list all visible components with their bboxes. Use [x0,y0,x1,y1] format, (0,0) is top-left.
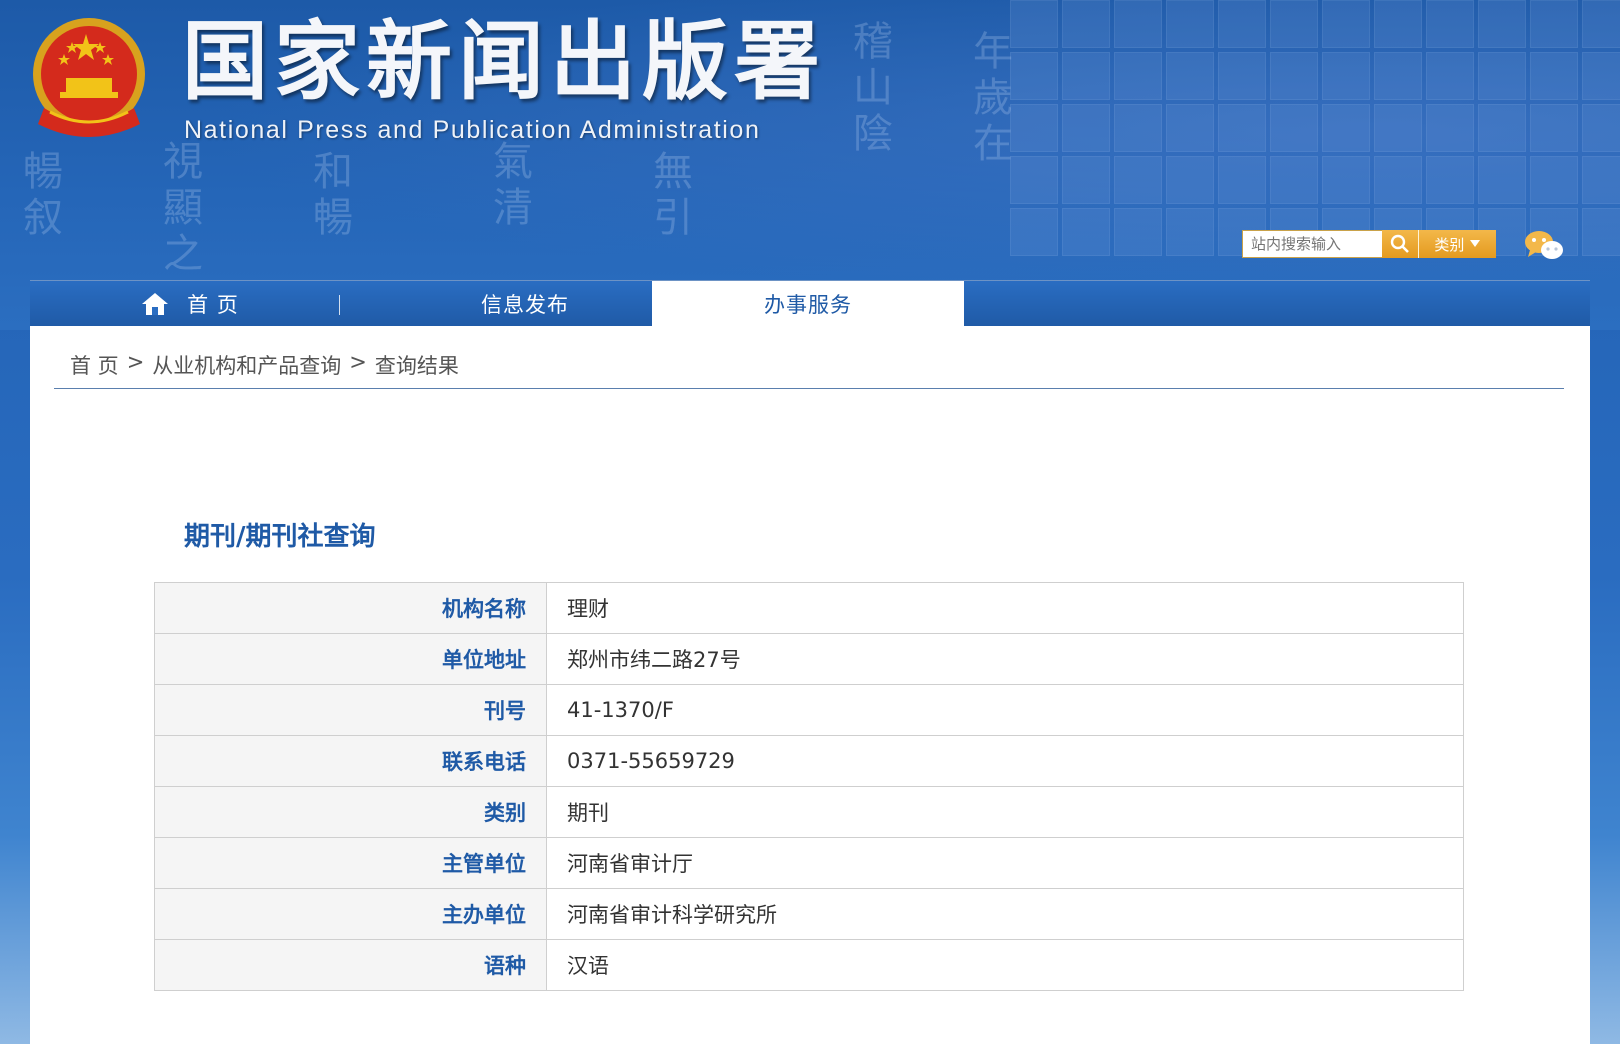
field-value: 41-1370/F [546,684,1464,736]
field-label: 刊号 [154,684,547,736]
home-icon [142,293,169,315]
decorative-calligraphy: 和暢 [306,150,352,242]
decorative-calligraphy: 暢叙 [16,150,62,242]
nav-item-label: 首 页 [187,293,239,317]
field-label: 单位地址 [154,633,547,685]
table-row: 刊号 41-1370/F [154,684,1464,736]
nav-item-info-release[interactable]: 信息发布 [410,281,640,327]
search-input[interactable] [1242,230,1382,258]
table-row: 类别 期刊 [154,786,1464,838]
decorative-calligraphy: 年歲在 [966,30,1012,168]
field-value: 郑州市纬二路27号 [546,633,1464,685]
field-label: 类别 [154,786,547,838]
nav-item-home[interactable]: 首 页 [130,281,250,327]
breadcrumb-home-link[interactable]: 首 页 [70,350,119,380]
section-title: 期刊/期刊社查询 [184,522,376,552]
breadcrumb-separator: > [349,350,367,374]
decorative-calligraphy: 氣清 [486,140,532,232]
site-search: 类别 [1242,230,1496,258]
wechat-icon[interactable] [1524,228,1564,262]
nav-divider [339,295,340,315]
decorative-calligraphy: 視顯之 [156,140,202,278]
nav-item-label: 办事服务 [764,293,852,317]
field-label: 机构名称 [154,582,547,634]
field-label: 主办单位 [154,888,547,940]
table-row: 机构名称 理财 [154,582,1464,634]
field-value: 0371-55659729 [546,735,1464,787]
national-emblem-icon[interactable] [30,16,148,142]
nav-item-label: 信息发布 [481,293,569,317]
main-nav: 首 页 信息发布 办事服务 [30,280,1590,327]
field-value: 河南省审计厅 [546,837,1464,889]
category-dropdown[interactable]: 类别 [1418,230,1496,258]
result-table: 机构名称 理财 单位地址 郑州市纬二路27号 刊号 41-1370/F 联系电话… [154,582,1464,991]
breadcrumb: 首 页 > 从业机构和产品查询 > 查询结果 [70,350,459,380]
site-title[interactable]: 国家新闻出版署 [182,12,826,112]
caret-down-icon [1470,240,1481,247]
field-value: 河南省审计科学研究所 [546,888,1464,940]
decorative-calligraphy: 稽山陰 [846,20,892,158]
search-icon [1390,234,1409,253]
field-value: 理财 [546,582,1464,634]
site-title-english: National Press and Publication Administr… [184,116,761,144]
field-value: 期刊 [546,786,1464,838]
field-label: 主管单位 [154,837,547,889]
table-row: 单位地址 郑州市纬二路27号 [154,633,1464,685]
table-row: 联系电话 0371-55659729 [154,735,1464,787]
breadcrumb-current: 查询结果 [374,354,459,378]
breadcrumb-query-link[interactable]: 从业机构和产品查询 [152,350,341,380]
category-label: 类别 [1434,235,1465,254]
nav-item-services[interactable]: 办事服务 [652,281,964,327]
table-row: 主办单位 河南省审计科学研究所 [154,888,1464,940]
decorative-calligraphy: 無引 [646,150,692,242]
breadcrumb-separator: > [126,350,145,374]
search-button[interactable] [1382,230,1419,258]
table-row: 主管单位 河南省审计厅 [154,837,1464,889]
main-content: 首 页 > 从业机构和产品查询 > 查询结果 期刊/期刊社查询 机构名称 理财 … [30,326,1590,1044]
field-value: 汉语 [546,939,1464,991]
field-label: 语种 [154,939,547,991]
table-row: 语种 汉语 [154,939,1464,991]
field-label: 联系电话 [154,735,547,787]
breadcrumb-divider [54,388,1564,389]
